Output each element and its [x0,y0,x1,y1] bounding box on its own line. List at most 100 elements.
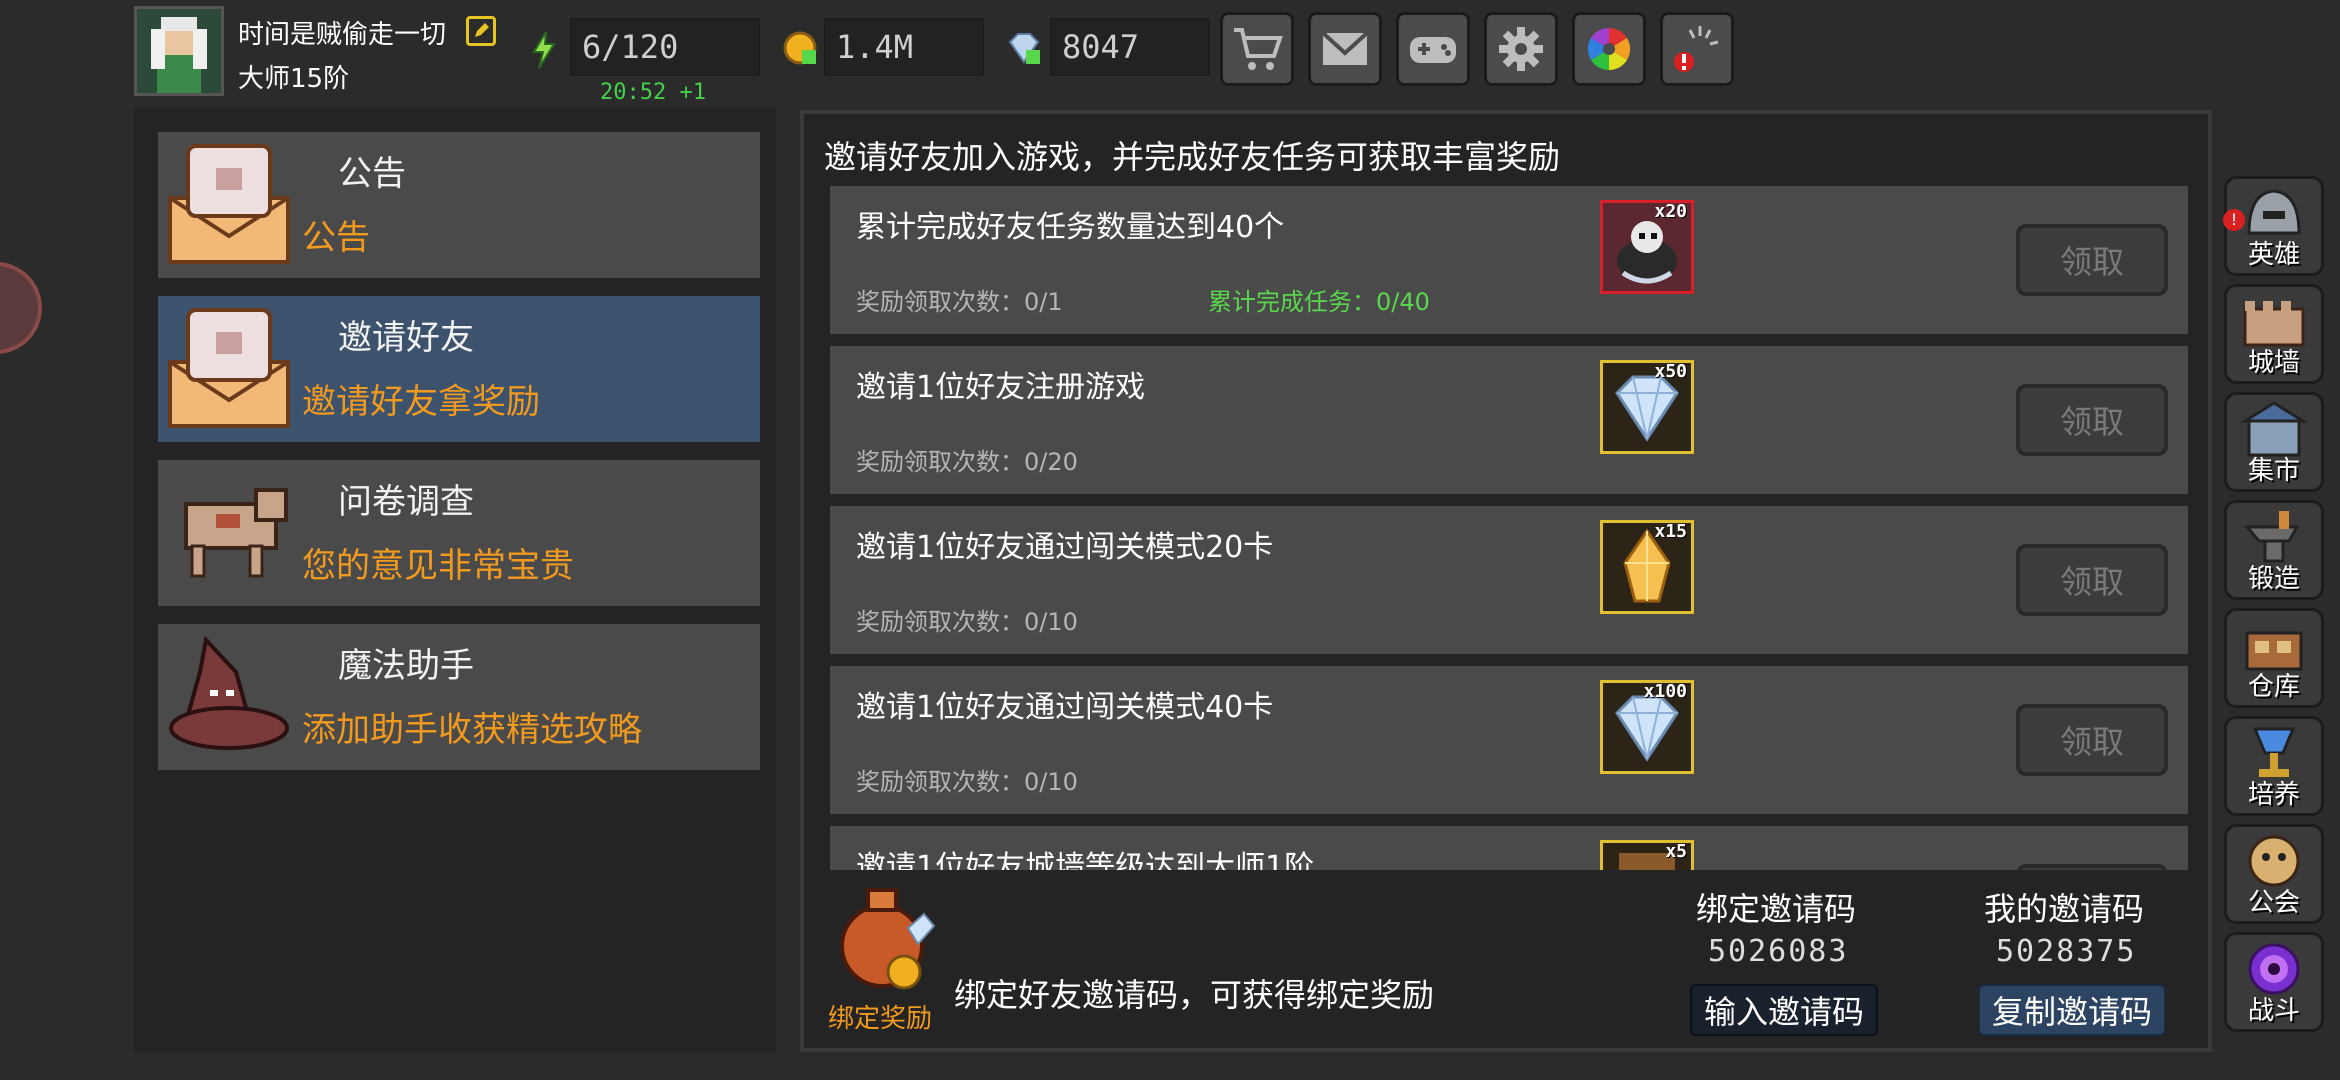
reward-bag-icon [834,884,938,996]
sidebar-item-subtitle: 邀请好友拿奖励 [302,382,540,422]
wizard-hat-icon [166,632,292,758]
task-claim-count: 奖励领取次数：0/10 [856,608,1078,636]
reward-item[interactable]: x50 [1600,360,1694,454]
settings-button[interactable] [1484,12,1558,86]
sidebar-item-magic-assistant[interactable]: 魔法助手 添加助手收获精选攻略 [158,624,760,770]
shop-button[interactable] [1220,12,1294,86]
task-claim-count: 奖励领取次数：0/20 [856,448,1078,476]
task-title: 邀请1位好友城墙等级达到大师1阶 [856,850,1315,870]
nav-label: 公会 [2247,888,2300,918]
task-title: 邀请1位好友通过闯关模式40卡 [856,690,1274,725]
nav-hero[interactable]: ! 英雄 [2223,176,2324,276]
reward-item[interactable]: x100 [1600,680,1694,774]
claim-button[interactable]: 领取 [2016,384,2168,456]
gold-value: 1.4M [824,18,984,76]
gem-value: 8047 [1050,18,1210,76]
color-wheel-button[interactable] [1572,12,1646,86]
pet-icon [166,468,292,594]
nav-market[interactable]: 集市 [2224,392,2324,492]
nav-battle[interactable]: 战斗 [2224,932,2324,1032]
player-rank: 大师15阶 [238,64,350,94]
fireworks-button[interactable] [1660,12,1734,86]
category-panel: 公告 公告 邀请好友 邀请好友拿奖励 问卷调查 您的意见非常宝贵 魔法助手 添加… [134,108,776,1052]
nav-label: 培养 [2247,780,2300,810]
panel-header: 邀请好友加入游戏，并完成好友任务可获取丰富奖励 [824,138,1561,176]
gem-icon [1004,28,1044,68]
player-name: 时间是贼偷走一切 [238,20,447,50]
claim-button[interactable]: 领取 [2016,544,2168,616]
gear-icon [1499,27,1543,71]
mail-button[interactable] [1308,12,1382,86]
sidebar-item-invite-friends[interactable]: 邀请好友 邀请好友拿奖励 [158,296,760,442]
reward-item[interactable]: x15 [1600,520,1694,614]
nav-forge[interactable]: 锻造 [2224,500,2324,600]
reward-quantity: x100 [1643,681,1687,702]
gamepad-button[interactable] [1396,12,1470,86]
color-wheel-icon [1587,27,1631,71]
envelope-icon [166,140,292,266]
gold-icon [780,28,820,68]
stamina-icon [528,30,560,70]
task-row: 邀请1位好友通过闯关模式40卡 奖励领取次数：0/10 x100 领取 [830,666,2188,814]
cart-icon [1234,28,1283,70]
reward-quantity: x20 [1654,201,1687,222]
alert-badge-icon: ! [2223,209,2245,231]
copy-invite-code-button[interactable]: 复制邀请码 [1978,984,2166,1036]
nav-wall[interactable]: 城墙 [2224,284,2324,384]
sidebar-item-title: 公告 [338,154,406,194]
stamina-value: 6/120 [570,18,760,76]
nav-label: 仓库 [2247,672,2300,702]
bind-code-heading: 绑定邀请码 [1696,890,1857,928]
invite-panel: 邀请好友加入游戏，并完成好友任务可获取丰富奖励 累计完成好友任务数量达到40个 … [800,110,2212,1052]
hero-portrait-icon [137,9,221,93]
task-row: 累计完成好友任务数量达到40个 奖励领取次数：0/1 累计完成任务：0/40 x… [830,186,2188,334]
reward-item[interactable]: x5 [1600,840,1694,870]
task-list[interactable]: 累计完成好友任务数量达到40个 奖励领取次数：0/1 累计完成任务：0/40 x… [830,186,2188,870]
sidebar-item-title: 魔法助手 [338,646,474,686]
nav-label: 城墙 [2247,348,2300,378]
nav-label: 英雄 [2247,240,2300,270]
task-row: 邀请1位好友通过闯关模式20卡 奖励领取次数：0/10 x15 领取 [830,506,2188,654]
mail-icon [1321,31,1369,65]
task-title: 邀请1位好友通过闯关模式20卡 [856,530,1274,565]
nav-label: 集市 [2247,456,2300,486]
avatar[interactable] [134,6,224,96]
bind-code-value: 5026083 [1708,934,1849,969]
sidebar-item-subtitle: 添加助手收获精选攻略 [302,710,642,750]
bind-reward-label: 绑定奖励 [828,1004,933,1034]
nav-warehouse[interactable]: 仓库 [2224,608,2324,708]
sidebar-item-title: 邀请好友 [338,318,474,358]
sidebar-item-subtitle: 公告 [302,218,370,258]
floating-menu-button[interactable] [0,262,42,354]
claim-button[interactable]: 领取 [2016,224,2168,296]
sidebar-item-title: 问卷调查 [338,482,474,522]
gamepad-icon [1410,37,1456,63]
task-row: 邀请1位好友注册游戏 奖励领取次数：0/20 x50 领取 [830,346,2188,494]
edit-name-icon[interactable] [466,16,496,46]
my-code-heading: 我的邀请码 [1984,890,2145,928]
claim-button[interactable]: 领取 [2016,704,2168,776]
nav-guild[interactable]: 公会 [2224,824,2324,924]
my-code-value: 5028375 [1996,934,2137,969]
task-title: 累计完成好友任务数量达到40个 [856,210,1285,245]
bind-description: 绑定好友邀请码，可获得绑定奖励 [954,976,1435,1014]
sidebar-item-survey[interactable]: 问卷调查 您的意见非常宝贵 [158,460,760,606]
bind-section: 绑定奖励 绑定好友邀请码，可获得绑定奖励 绑定邀请码 5026083 输入邀请码… [804,870,2208,1048]
stamina-timer: 20:52 +1 [600,80,706,105]
reward-item[interactable]: x20 [1600,200,1694,294]
sidebar-item-subtitle: 您的意见非常宝贵 [302,546,574,586]
reward-quantity: x5 [1665,841,1687,862]
fireworks-icon [1674,26,1719,72]
enter-invite-code-button[interactable]: 输入邀请码 [1690,984,1878,1036]
envelope-icon [166,304,292,430]
task-row: 邀请1位好友城墙等级达到大师1阶 x5 [830,826,2188,870]
task-progress: 累计完成任务：0/40 [1208,288,1430,316]
nav-training[interactable]: 培养 [2224,716,2324,816]
sidebar-item-announcement[interactable]: 公告 公告 [158,132,760,278]
reward-quantity: x15 [1654,521,1687,542]
nav-label: 锻造 [2247,564,2300,594]
task-claim-count: 奖励领取次数：0/10 [856,768,1078,796]
task-claim-count: 奖励领取次数：0/1 [856,288,1063,316]
nav-label: 战斗 [2247,996,2300,1026]
task-title: 邀请1位好友注册游戏 [856,370,1146,405]
